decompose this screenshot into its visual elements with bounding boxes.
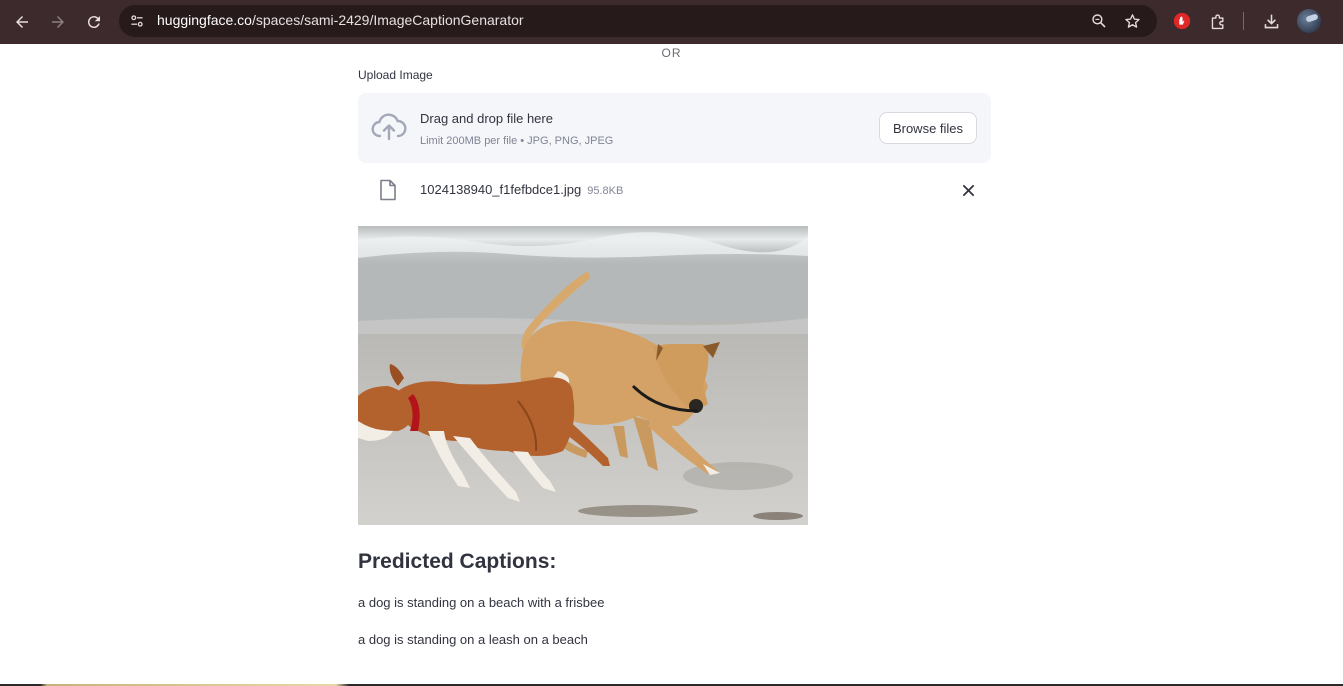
site-settings-icon[interactable] [127, 11, 147, 31]
upload-image-label: Upload Image [358, 68, 433, 82]
caption-item: a dog is standing on a beach with a fris… [358, 595, 605, 610]
forward-arrow-icon[interactable] [44, 8, 72, 36]
dropzone-title: Drag and drop file here [420, 111, 553, 126]
extension-red-icon[interactable] [1171, 10, 1193, 32]
caption-item: a dog is standing on a leash on a beach [358, 632, 588, 647]
zoom-icon[interactable] [1089, 11, 1109, 31]
or-separator: OR [661, 46, 682, 60]
uploaded-file-info: 1024138940_f1fefbdce1.jpg 95.8KB [420, 182, 623, 197]
file-name: 1024138940_f1fefbdce1.jpg [420, 182, 582, 197]
address-bar[interactable]: huggingface.co/spaces/sami-2429/ImageCap… [119, 5, 1157, 37]
download-icon[interactable] [1260, 10, 1282, 32]
dropzone-limit-text: Limit 200MB per file • JPG, PNG, JPEG [420, 135, 614, 147]
extensions-puzzle-icon[interactable] [1207, 10, 1229, 32]
url-text[interactable]: huggingface.co/spaces/sami-2429/ImageCap… [157, 12, 524, 28]
reload-icon[interactable] [80, 8, 108, 36]
url-path: /spaces/sami-2429/ImageCaptionGenarator [251, 12, 524, 28]
remove-file-close-icon[interactable] [958, 180, 978, 200]
uploaded-file-row: 1024138940_f1fefbdce1.jpg 95.8KB [358, 172, 991, 208]
bookmark-star-icon[interactable] [1122, 11, 1142, 31]
file-dropzone[interactable]: Drag and drop file here Limit 200MB per … [358, 93, 991, 163]
predicted-captions-heading: Predicted Captions: [358, 550, 557, 573]
back-arrow-icon[interactable] [8, 8, 36, 36]
url-host: huggingface.co [157, 12, 252, 28]
cloud-upload-icon [371, 113, 407, 141]
browse-files-button[interactable]: Browse files [879, 112, 977, 144]
file-icon [380, 179, 396, 201]
uploaded-image-preview [358, 226, 808, 525]
profile-avatar[interactable] [1297, 9, 1321, 33]
browser-toolbar: huggingface.co/spaces/sami-2429/ImageCap… [0, 0, 1343, 44]
toolbar-divider [1243, 12, 1244, 30]
file-size: 95.8KB [587, 185, 624, 197]
